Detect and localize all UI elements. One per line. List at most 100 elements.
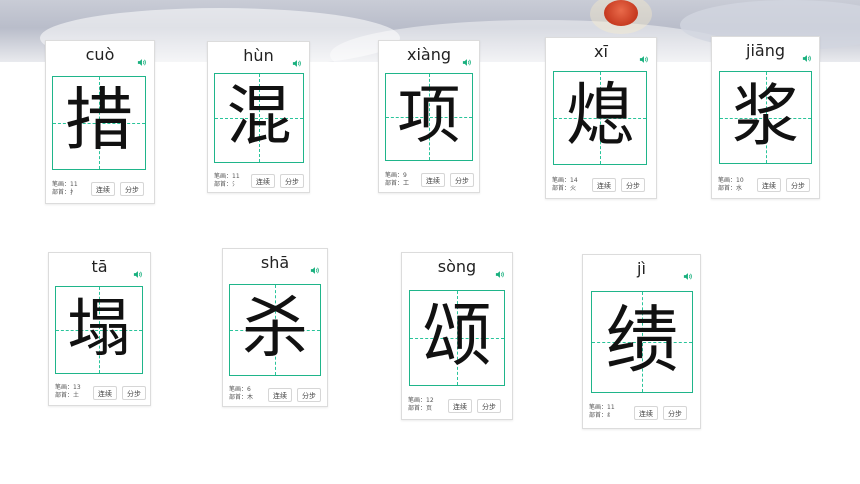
tian-grid: 杀 (229, 284, 321, 376)
stroke-count-label: 笔画： (385, 172, 404, 179)
radical-row: 部首：土 (55, 392, 81, 400)
sound-icon[interactable] (639, 49, 648, 63)
sound-icon[interactable] (683, 266, 692, 280)
stroke-count-value: 13 (73, 384, 81, 391)
stroke-count-value: 10 (736, 177, 744, 184)
sound-icon[interactable] (133, 264, 142, 278)
stepwise-animation-button[interactable]: 分步 (663, 406, 687, 420)
radical-label: 部首： (408, 405, 427, 412)
stroke-count-row: 笔画：11 (589, 404, 615, 412)
sound-icon[interactable] (292, 53, 301, 67)
hanzi-character: 塌 (67, 292, 131, 366)
stepwise-animation-button[interactable]: 分步 (477, 399, 501, 413)
stepwise-animation-button[interactable]: 分步 (280, 174, 304, 188)
sound-icon[interactable] (137, 52, 146, 66)
tian-grid: 塌 (55, 286, 143, 374)
stroke-count-label: 笔画： (552, 177, 571, 184)
hanzi-character: 熄 (565, 76, 634, 156)
radical-row: 部首：工 (385, 180, 409, 188)
hanzi-character: 混 (226, 79, 292, 155)
character-card: xī 熄笔画：14 部首：火 连续 分步 (545, 37, 657, 199)
radical-label: 部首： (385, 180, 404, 187)
radical-value: 纟 (607, 412, 614, 419)
tian-grid: 浆 (719, 71, 812, 164)
stroke-count-value: 12 (426, 397, 434, 404)
tian-grid: 绩 (591, 291, 693, 393)
radical-value: 扌 (70, 189, 77, 196)
continuous-animation-button[interactable]: 连续 (634, 406, 658, 420)
stepwise-animation-button[interactable]: 分步 (621, 178, 645, 192)
tian-grid: 措 (52, 76, 146, 170)
stroke-count-label: 笔画： (214, 173, 233, 180)
radical-row: 部首：火 (552, 185, 578, 193)
continuous-animation-button[interactable]: 连续 (592, 178, 616, 192)
continuous-animation-button[interactable]: 连续 (448, 399, 472, 413)
character-card: jì 绩笔画：11 部首：纟 连续 分步 (582, 254, 701, 429)
tian-grid: 熄 (553, 71, 647, 165)
character-card: shā 杀笔画：6 部首：木 连续 分步 (222, 248, 328, 407)
stepwise-animation-button[interactable]: 分步 (297, 388, 321, 402)
continuous-animation-button[interactable]: 连续 (91, 182, 115, 196)
stroke-count-value: 11 (70, 181, 78, 188)
sound-icon[interactable] (310, 260, 319, 274)
character-info: 笔画：10 部首：水 (718, 177, 744, 193)
stroke-count-row: 笔画：11 (214, 173, 240, 181)
continuous-animation-button[interactable]: 连续 (421, 173, 445, 187)
tian-grid: 颂 (409, 290, 505, 386)
stepwise-animation-button[interactable]: 分步 (122, 386, 146, 400)
hanzi-character: 措 (64, 81, 133, 161)
continuous-animation-button[interactable]: 连续 (268, 388, 292, 402)
stroke-count-row: 笔画：14 (552, 177, 578, 185)
character-info: 笔画：11 部首：氵 (214, 173, 240, 189)
radical-label: 部首： (229, 394, 248, 401)
character-card: hùn 混笔画：11 部首：氵 连续 分步 (207, 41, 310, 193)
radical-value: 土 (73, 392, 80, 399)
continuous-animation-button[interactable]: 连续 (757, 178, 781, 192)
stepwise-animation-button[interactable]: 分步 (786, 178, 810, 192)
radical-label: 部首： (52, 189, 71, 196)
radical-value: 氵 (232, 181, 239, 188)
continuous-animation-button[interactable]: 连续 (251, 174, 275, 188)
character-info: 笔画：11 部首：扌 (52, 181, 78, 197)
stroke-count-label: 笔画： (55, 384, 74, 391)
radical-value: 水 (736, 185, 743, 192)
radical-label: 部首： (552, 185, 571, 192)
radical-row: 部首：氵 (214, 181, 240, 189)
stroke-count-value: 14 (570, 177, 578, 184)
tian-grid: 混 (214, 73, 304, 163)
stroke-count-value: 11 (232, 173, 240, 180)
stroke-count-row: 笔画：13 (55, 384, 81, 392)
radical-row: 部首：页 (408, 405, 434, 413)
stepwise-animation-button[interactable]: 分步 (120, 182, 144, 196)
character-info: 笔画：13 部首：土 (55, 384, 81, 400)
radical-label: 部首： (214, 181, 233, 188)
character-info: 笔画：11 部首：纟 (589, 404, 615, 420)
hanzi-character: 绩 (605, 298, 679, 384)
stepwise-animation-button[interactable]: 分步 (450, 173, 474, 187)
stroke-count-row: 笔画：12 (408, 397, 434, 405)
stroke-count-label: 笔画： (718, 177, 737, 184)
radical-row: 部首：纟 (589, 412, 615, 420)
stroke-count-label: 笔画： (229, 386, 248, 393)
character-card: jiāng 浆笔画：10 部首：水 连续 分步 (711, 36, 820, 199)
stroke-count-row: 笔画：9 (385, 172, 409, 180)
stroke-count-label: 笔画： (589, 404, 608, 411)
sound-icon[interactable] (802, 48, 811, 62)
stroke-count-label: 笔画： (52, 181, 71, 188)
tian-grid: 项 (385, 73, 473, 161)
stroke-count-label: 笔画： (408, 397, 427, 404)
hanzi-character: 颂 (422, 296, 492, 377)
character-card: xiàng 项笔画：9 部首：工 连续 分步 (378, 40, 480, 193)
continuous-animation-button[interactable]: 连续 (93, 386, 117, 400)
sound-icon[interactable] (462, 52, 471, 66)
character-info: 笔画：6 部首：木 (229, 386, 253, 402)
radical-value: 页 (426, 405, 433, 412)
sound-icon[interactable] (495, 264, 504, 278)
character-card: cuò 措笔画：11 部首：扌 连续 分步 (45, 40, 155, 204)
character-info: 笔画：14 部首：火 (552, 177, 578, 193)
radical-value: 火 (570, 185, 577, 192)
stroke-count-row: 笔画：10 (718, 177, 744, 185)
banner-sun (604, 0, 638, 26)
radical-label: 部首： (589, 412, 608, 419)
hanzi-character: 杀 (242, 289, 308, 367)
